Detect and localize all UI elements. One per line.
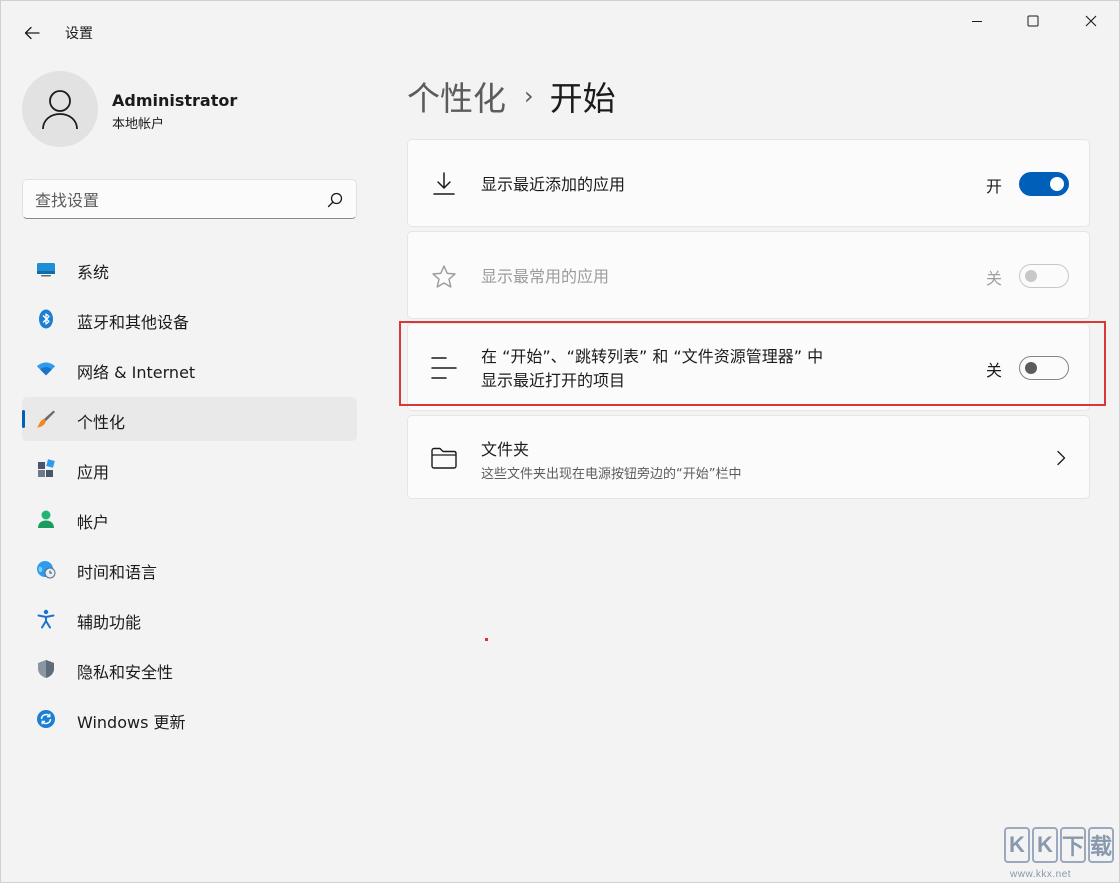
sidebar-item-label: Windows 更新 (77, 709, 186, 733)
watermark-url: www.kkx.net (1010, 869, 1071, 880)
maximize-icon (1027, 15, 1039, 27)
toggle-knob (1025, 270, 1037, 282)
search-box (22, 179, 357, 219)
setting-label-line1: 在 “开始”、“跳转列表” 和 “文件资源管理器” 中 (481, 345, 823, 369)
chevron-right-icon (1053, 450, 1069, 466)
watermark: K K 下 载 www.kkx.net (1004, 827, 1118, 883)
toggle-state-label: 关 (986, 265, 1002, 289)
sidebar-nav: 系统 蓝牙和其他设备 网络 & Internet (22, 247, 357, 747)
watermark-letter: 载 (1088, 827, 1114, 863)
setting-card-most-used: 显示最常用的应用 关 (407, 231, 1090, 319)
avatar[interactable] (22, 71, 98, 147)
watermark-logo: K K 下 载 (1004, 827, 1118, 867)
breadcrumb-parent[interactable]: 个性化 (407, 72, 506, 120)
sidebar-item-accessibility[interactable]: 辅助功能 (22, 597, 357, 641)
toggle-knob (1025, 362, 1037, 374)
watermark-letter: K (1004, 827, 1030, 863)
wifi-icon (36, 359, 56, 379)
close-button[interactable] (1063, 1, 1119, 41)
apps-icon (36, 459, 56, 479)
toggle-recent-apps[interactable] (1019, 172, 1069, 196)
toggle-state-label: 开 (986, 173, 1002, 197)
brush-icon (36, 409, 56, 429)
sidebar-item-apps[interactable]: 应用 (22, 447, 357, 491)
setting-label: 显示最近添加的应用 (481, 173, 625, 197)
toggle-state-label: 关 (986, 357, 1002, 381)
account-type: 本地帐户 (112, 113, 164, 132)
stray-dot (485, 638, 488, 641)
sidebar-item-network[interactable]: 网络 & Internet (22, 347, 357, 391)
minimize-button[interactable] (949, 1, 1005, 41)
watermark-letter: K (1032, 827, 1058, 863)
update-icon (36, 709, 56, 729)
sidebar-item-label: 个性化 (77, 409, 125, 433)
sidebar-item-system[interactable]: 系统 (22, 247, 357, 291)
toggle-recent-items[interactable] (1019, 356, 1069, 380)
sidebar-item-label: 蓝牙和其他设备 (77, 309, 189, 333)
sidebar-item-label: 时间和语言 (77, 559, 157, 583)
account-name: Administrator (112, 91, 237, 110)
sidebar-item-label: 应用 (77, 459, 109, 483)
setting-card-folders[interactable]: 文件夹 这些文件夹出现在电源按钮旁边的“开始”栏中 (407, 415, 1090, 499)
star-icon (430, 263, 458, 291)
download-icon (430, 170, 458, 198)
close-icon (1085, 15, 1097, 27)
accessibility-icon (36, 609, 56, 629)
title-bar: 设置 (1, 1, 1120, 63)
search-icon[interactable] (326, 191, 344, 209)
app-title: 设置 (65, 23, 93, 43)
toggle-most-used[interactable] (1019, 264, 1069, 288)
breadcrumb: 个性化 › 开始 (407, 73, 616, 119)
setting-subtitle: 这些文件夹出现在电源按钮旁边的“开始”栏中 (481, 463, 741, 482)
maximize-button[interactable] (1005, 1, 1061, 41)
back-button[interactable] (17, 19, 47, 47)
sidebar-item-windows-update[interactable]: Windows 更新 (22, 697, 357, 741)
sidebar-item-bluetooth[interactable]: 蓝牙和其他设备 (22, 297, 357, 341)
setting-card-recent-items: 在 “开始”、“跳转列表” 和 “文件资源管理器” 中 显示最近打开的项目 关 (407, 323, 1090, 411)
setting-title: 文件夹 (481, 438, 529, 462)
minimize-icon (971, 15, 983, 27)
folder-icon (430, 444, 458, 472)
user-icon (40, 88, 80, 130)
watermark-letter: 下 (1060, 827, 1086, 863)
sidebar-item-label: 辅助功能 (77, 609, 141, 633)
account-icon (36, 509, 56, 529)
setting-card-recent-apps: 显示最近添加的应用 开 (407, 139, 1090, 227)
sidebar-item-accounts[interactable]: 帐户 (22, 497, 357, 541)
system-monitor-icon (36, 259, 56, 279)
page-title: 开始 (550, 72, 616, 120)
settings-window: 设置 Administrator 本地帐户 (0, 0, 1120, 883)
sidebar-item-label: 帐户 (77, 509, 109, 533)
search-input[interactable] (35, 188, 315, 212)
globe-clock-icon (36, 559, 56, 579)
sidebar-item-label: 隐私和安全性 (77, 659, 173, 683)
setting-label-line2: 显示最近打开的项目 (481, 369, 625, 393)
sidebar-item-label: 系统 (77, 259, 109, 283)
toggle-knob (1050, 177, 1064, 191)
list-icon (430, 354, 458, 382)
shield-icon (36, 659, 56, 679)
sidebar-item-privacy[interactable]: 隐私和安全性 (22, 647, 357, 691)
setting-label: 显示最常用的应用 (481, 265, 609, 289)
sidebar-item-label: 网络 & Internet (77, 359, 195, 383)
back-arrow-icon (24, 26, 40, 40)
bluetooth-icon (36, 309, 56, 329)
breadcrumb-separator: › (524, 82, 534, 110)
sidebar-item-personalization[interactable]: 个性化 (22, 397, 357, 441)
sidebar-item-time-language[interactable]: 时间和语言 (22, 547, 357, 591)
